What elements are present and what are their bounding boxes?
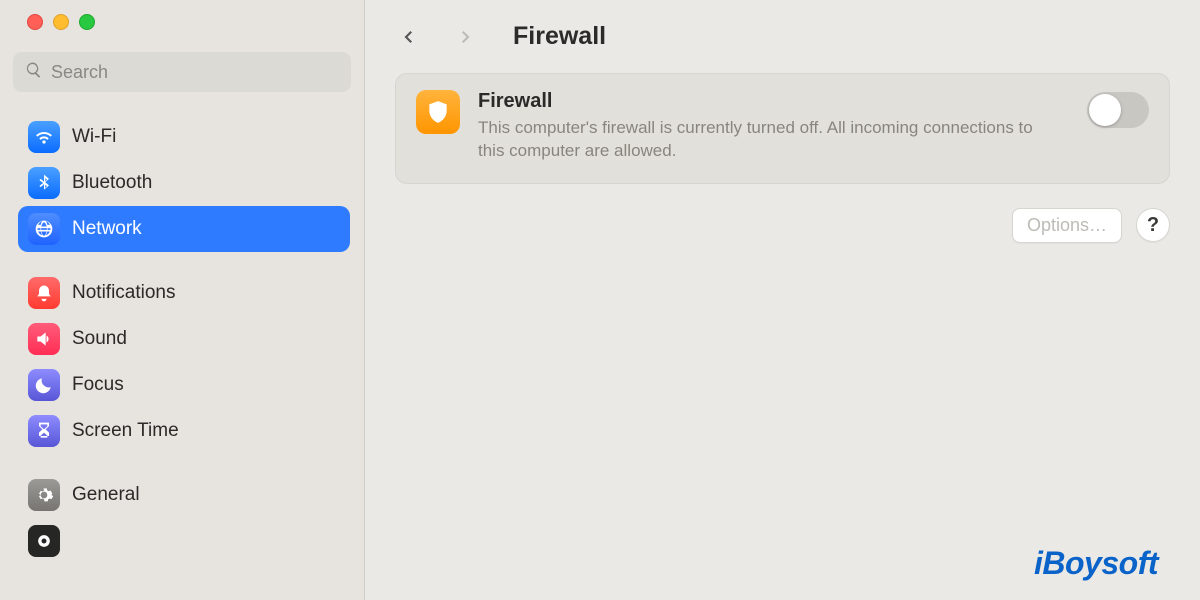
hourglass-icon [28,415,60,447]
sidebar-item-focus[interactable]: Focus [18,362,350,408]
toggle-knob [1089,94,1121,126]
header: Firewall [365,0,1200,73]
sidebar-item-partial[interactable] [18,518,350,564]
sidebar-spacer [18,252,350,270]
sidebar-item-general[interactable]: General [18,472,350,518]
sidebar-item-notifications[interactable]: Notifications [18,270,350,316]
forward-button[interactable] [453,25,477,49]
sidebar-spacer [18,454,350,472]
sidebar-item-sound[interactable]: Sound [18,316,350,362]
sidebar-item-label: Network [72,218,142,240]
minimize-window-button[interactable] [53,14,69,30]
sidebar-item-label: Bluetooth [72,172,152,194]
firewall-card-body: Firewall This computer's firewall is cur… [478,90,1069,163]
sidebar-item-label: Wi-Fi [72,126,116,148]
search-placeholder: Search [51,62,108,83]
help-button[interactable]: ? [1136,208,1170,242]
sidebar-item-network[interactable]: Network [18,206,350,252]
sidebar-item-wifi[interactable]: Wi-Fi [18,114,350,160]
sidebar-item-label: General [72,484,140,506]
gear-icon [28,479,60,511]
close-window-button[interactable] [27,14,43,30]
moon-icon [28,369,60,401]
speaker-icon [28,323,60,355]
firewall-card-title: Firewall [478,90,1069,113]
actions-row: Options… ? [365,208,1170,243]
zoom-window-button[interactable] [79,14,95,30]
sidebar-item-label: Screen Time [72,420,179,442]
firewall-card-description: This computer's firewall is currently tu… [478,117,1038,163]
sidebar-item-screen-time[interactable]: Screen Time [18,408,350,454]
search-input[interactable]: Search [13,52,351,92]
search-icon [25,61,43,84]
sidebar-item-label: Focus [72,374,124,396]
sidebar-item-label: Notifications [72,282,176,304]
window-controls [0,14,364,30]
firewall-card: Firewall This computer's firewall is cur… [395,73,1170,184]
page-title: Firewall [513,22,606,51]
sidebar-item-label: Sound [72,328,127,350]
globe-icon [28,213,60,245]
sidebar-list: Wi-Fi Bluetooth Network Notifications [0,108,364,564]
sidebar-item-bluetooth[interactable]: Bluetooth [18,160,350,206]
firewall-toggle[interactable] [1087,92,1149,128]
back-button[interactable] [397,25,421,49]
unknown-icon [28,525,60,557]
firewall-shield-icon [416,90,460,134]
sidebar: Search Wi-Fi Bluetooth Network Noti [0,0,365,600]
main-pane: Firewall Firewall This computer's firewa… [365,0,1200,600]
bell-icon [28,277,60,309]
options-button[interactable]: Options… [1012,208,1122,243]
watermark: iBoysoft [1034,545,1158,582]
bluetooth-icon [28,167,60,199]
wifi-icon [28,121,60,153]
